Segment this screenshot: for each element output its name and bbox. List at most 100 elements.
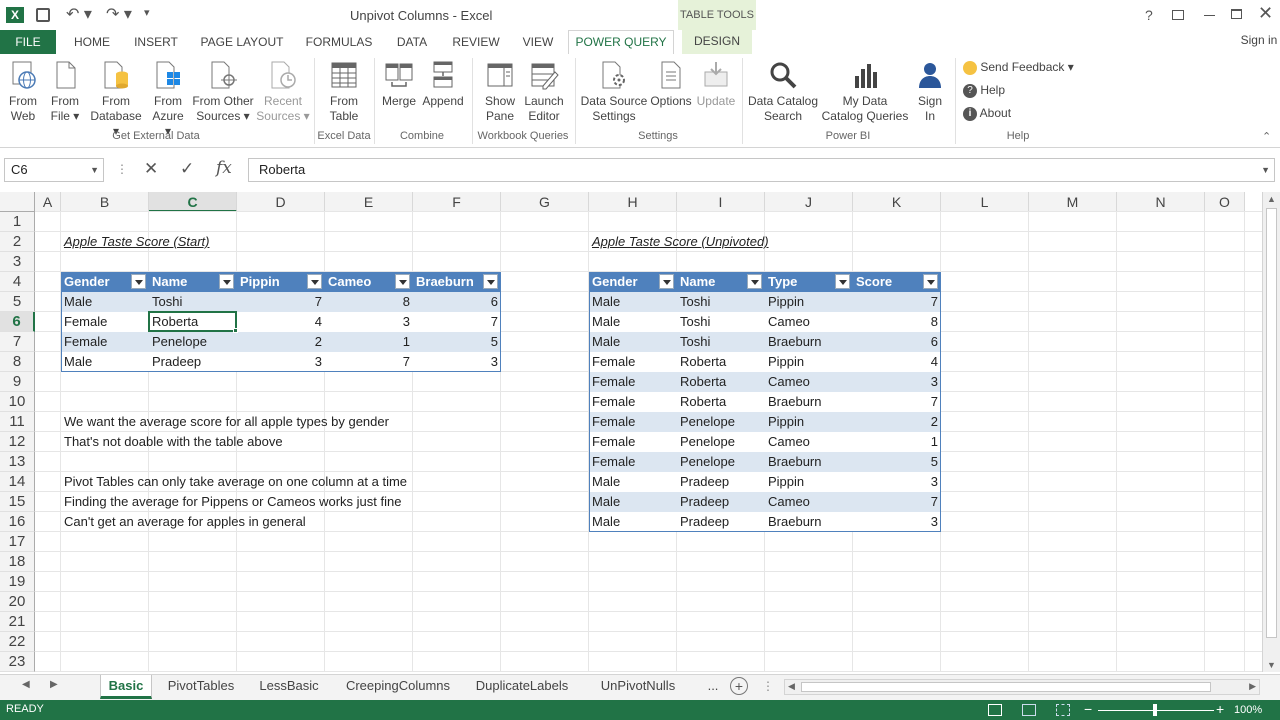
table2-cell[interactable]: 3 — [853, 372, 941, 392]
table1-header-cameo[interactable]: Cameo — [325, 272, 413, 292]
formula-options-icon[interactable]: ⋮ — [116, 162, 128, 176]
table2-header-score[interactable]: Score — [853, 272, 941, 292]
table1-cell[interactable]: Male — [61, 292, 149, 312]
active-cell-c6[interactable] — [148, 311, 237, 332]
show-pane-button[interactable]: Show Pane — [478, 60, 522, 124]
cancel-icon[interactable]: ✕ — [144, 159, 158, 179]
table2-cell[interactable]: Female — [589, 392, 677, 412]
select-all-corner[interactable] — [0, 192, 35, 212]
row-header-23[interactable]: 23 — [0, 652, 35, 672]
sheet-tab-unpivotnulls[interactable]: UnPivotNulls — [592, 675, 684, 699]
save-icon[interactable] — [36, 8, 50, 22]
fill-handle[interactable] — [233, 328, 238, 333]
from-azure-button[interactable]: From Azure ▾ — [148, 60, 188, 139]
send-feedback-button[interactable]: Send Feedback ▾ — [963, 60, 1074, 75]
row-header-6[interactable]: 6 — [0, 312, 35, 332]
page-layout-view-icon[interactable] — [1022, 704, 1036, 716]
page-break-view-icon[interactable] — [1056, 704, 1070, 716]
sheet-tab-pivottables[interactable]: PivotTables — [158, 675, 244, 699]
from-file-button[interactable]: From File ▾ — [46, 60, 84, 124]
table2-cell[interactable]: Cameo — [765, 312, 853, 332]
worksheet-grid[interactable]: ABCDEFGHIJKLMNO 1 2 3 4 5 6 7 8 9 10 11 12 13 14 15 16 1… — [0, 192, 1280, 672]
row-header-16[interactable]: 16 — [0, 512, 35, 532]
row-header-20[interactable]: 20 — [0, 592, 35, 612]
minimize-icon[interactable] — [1204, 15, 1215, 16]
merge-button[interactable]: Merge — [378, 60, 420, 109]
tab-design[interactable]: DESIGN — [682, 30, 752, 54]
table2-cell[interactable]: 7 — [853, 292, 941, 312]
maximize-icon[interactable] — [1231, 9, 1242, 19]
recent-sources-button[interactable]: Recent Sources ▾ — [256, 60, 310, 124]
table2-cell[interactable]: Pippin — [765, 472, 853, 492]
filter-dropdown-icon[interactable] — [395, 274, 410, 289]
tab-home[interactable]: HOME — [66, 34, 118, 54]
ribbon-display-icon[interactable] — [1172, 10, 1184, 20]
scroll-down-icon[interactable]: ▼ — [1267, 660, 1276, 670]
column-header-i[interactable]: I — [677, 192, 765, 212]
expand-formula-icon[interactable]: ▼ — [1261, 159, 1270, 181]
row-header-14[interactable]: 14 — [0, 472, 35, 492]
hscroll-thumb[interactable] — [801, 682, 1211, 692]
tab-view[interactable]: VIEW — [516, 34, 560, 54]
excel-logo-icon[interactable]: X — [6, 7, 24, 23]
table2-cell[interactable]: 8 — [853, 312, 941, 332]
table2-cell[interactable]: 7 — [853, 492, 941, 512]
column-header-m[interactable]: M — [1029, 192, 1117, 212]
column-header-n[interactable]: N — [1117, 192, 1205, 212]
zoom-level[interactable]: 100% — [1234, 704, 1262, 716]
sheet-tab-creepingcolumns[interactable]: CreepingColumns — [334, 675, 462, 699]
table2-cell[interactable]: Toshi — [677, 332, 765, 352]
row-header-19[interactable]: 19 — [0, 572, 35, 592]
table1-cell[interactable]: 8 — [325, 292, 413, 312]
table2-cell[interactable]: Penelope — [677, 412, 765, 432]
from-database-button[interactable]: From Database ▾ — [86, 60, 146, 139]
table2-cell[interactable]: Roberta — [677, 372, 765, 392]
table2-cell[interactable]: Female — [589, 432, 677, 452]
hscroll-left-icon[interactable]: ◀ — [788, 681, 795, 692]
table2-cell[interactable]: Roberta — [677, 352, 765, 372]
from-table-button[interactable]: From Table — [322, 60, 366, 124]
column-header-h[interactable]: H — [589, 192, 677, 212]
filter-dropdown-icon[interactable] — [835, 274, 850, 289]
table1-cell[interactable]: 3 — [325, 312, 413, 332]
row-header-12[interactable]: 12 — [0, 432, 35, 452]
table2-cell[interactable]: 6 — [853, 332, 941, 352]
horizontal-scrollbar[interactable]: ◀ ▶ — [784, 679, 1260, 695]
filter-dropdown-icon[interactable] — [747, 274, 762, 289]
hscroll-divider-icon[interactable]: ⋮ — [762, 679, 774, 693]
table2-cell[interactable]: Cameo — [765, 372, 853, 392]
table2-cell[interactable]: Toshi — [677, 292, 765, 312]
table2-cell[interactable]: Male — [589, 292, 677, 312]
note-text[interactable]: We want the average score for all apple … — [61, 412, 389, 432]
row-header-13[interactable]: 13 — [0, 452, 35, 472]
table2-cell[interactable]: Braeburn — [765, 392, 853, 412]
tab-review[interactable]: REVIEW — [448, 34, 504, 54]
table1-cell[interactable]: 7 — [325, 352, 413, 372]
tab-insert[interactable]: INSERT — [130, 34, 182, 54]
table2-cell[interactable]: 2 — [853, 412, 941, 432]
table1-cell[interactable]: 6 — [413, 292, 501, 312]
tab-data[interactable]: DATA — [390, 34, 434, 54]
table2-cell[interactable]: Roberta — [677, 392, 765, 412]
table1-cell[interactable]: 2 — [237, 332, 325, 352]
table1-header-name[interactable]: Name — [149, 272, 237, 292]
data-source-settings-button[interactable]: Data Source Settings — [580, 60, 648, 124]
table1-cell[interactable]: Female — [61, 312, 149, 332]
sign-in-link[interactable]: Sign in — [1238, 32, 1280, 52]
table2-header-gender[interactable]: Gender — [589, 272, 677, 292]
my-data-catalog-queries-button[interactable]: My Data Catalog Queries — [820, 60, 910, 124]
column-header-l[interactable]: L — [941, 192, 1029, 212]
scroll-thumb[interactable] — [1266, 208, 1277, 638]
filter-dropdown-icon[interactable] — [659, 274, 674, 289]
column-header-e[interactable]: E — [325, 192, 413, 212]
table1-cell[interactable]: 5 — [413, 332, 501, 352]
normal-view-icon[interactable] — [988, 704, 1002, 716]
row-header-2[interactable]: 2 — [0, 232, 35, 252]
table2-cell[interactable]: Braeburn — [765, 452, 853, 472]
table2-cell[interactable]: Cameo — [765, 432, 853, 452]
table2-cell[interactable]: Braeburn — [765, 332, 853, 352]
table1-header-pippin[interactable]: Pippin — [237, 272, 325, 292]
row-header-18[interactable]: 18 — [0, 552, 35, 572]
note-text[interactable]: Finding the average for Pippens or Cameo… — [61, 492, 401, 512]
zoom-in-icon[interactable]: + — [1216, 701, 1224, 717]
